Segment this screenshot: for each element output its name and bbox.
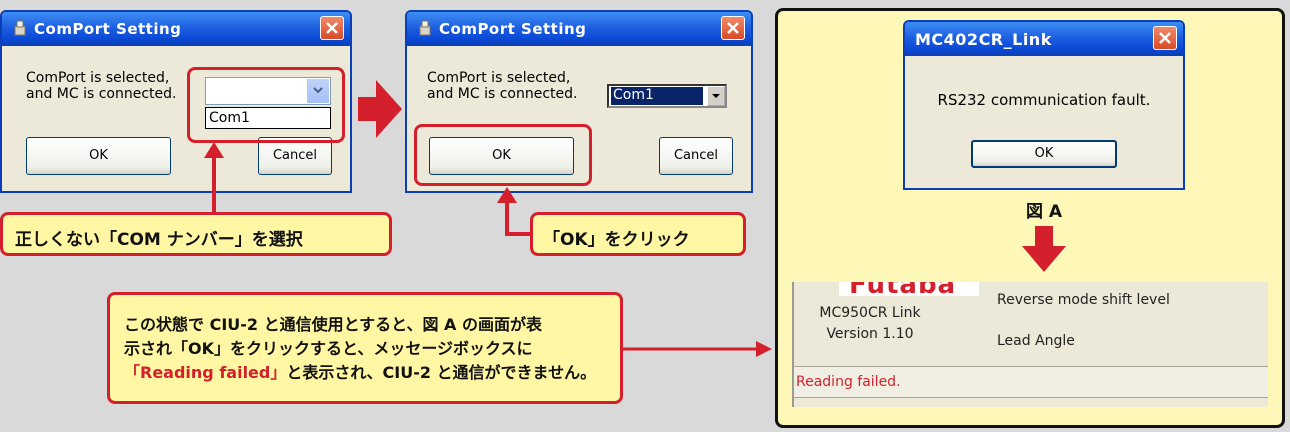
status-bar: Reading failed. xyxy=(794,366,1268,398)
app-window-crop: Futaba MC950CR Link Version 1.10 Reverse… xyxy=(792,282,1268,407)
futaba-logo: Futaba xyxy=(839,282,979,300)
callout-click-ok: 「OK」をクリック xyxy=(530,212,746,256)
callout-click-ok-text: 「OK」をクリック xyxy=(543,230,690,250)
callout-select-wrong-com-text: 正しくない「COM ナンバー」を選択 xyxy=(15,230,303,250)
callout-explanation: この状態で CIU-2 と通信使用とすると、図 A の画面が表 示され「OK」を… xyxy=(107,292,623,404)
product-name: MC950CR Link xyxy=(819,305,921,321)
reading-failed-highlight: 「Reading failed」 xyxy=(124,363,287,382)
alert-titlebar: MC402CR_Link xyxy=(905,22,1183,56)
callout-select-wrong-com: 正しくない「COM ナンバー」を選択 xyxy=(0,212,392,256)
callout-explanation-text: この状態で CIU-2 と通信使用とすると、図 A の画面が表 示され「OK」を… xyxy=(124,313,596,385)
callout-explanation-line3-rest: と表示され、CIU-2 と通信ができません。 xyxy=(286,363,597,382)
page: { "dialog1": { "title": "ComPort Setting… xyxy=(0,0,1290,432)
alert-ok-button[interactable]: OK xyxy=(971,140,1117,168)
futaba-logo-text: Futaba xyxy=(849,282,957,300)
figure-label: 図 A xyxy=(1025,202,1063,222)
down-arrow-icon xyxy=(1022,226,1066,272)
status-text: Reading failed. xyxy=(796,374,901,390)
setting-lead-angle: Lead Angle xyxy=(997,333,1075,349)
alert-message: RS232 communication fault. xyxy=(937,91,1151,109)
setting-reverse-shift: Reverse mode shift level xyxy=(997,292,1170,308)
close-icon xyxy=(1159,32,1171,44)
callout-explanation-line1: この状態で CIU-2 と通信使用とすると、図 A の画面が表 xyxy=(124,315,543,334)
callout-explanation-line3: 「Reading failed」と表示され、CIU-2 と通信ができません。 xyxy=(124,361,596,385)
alert-title: MC402CR_Link xyxy=(915,30,1052,49)
alert-close-button[interactable] xyxy=(1153,26,1177,50)
alert-dialog: MC402CR_Link RS232 communication fault. … xyxy=(903,20,1185,190)
callout-explanation-line2: 示され「OK」をクリックすると、メッセージボックスに xyxy=(124,339,533,358)
product-version: Version 1.10 xyxy=(826,326,914,342)
